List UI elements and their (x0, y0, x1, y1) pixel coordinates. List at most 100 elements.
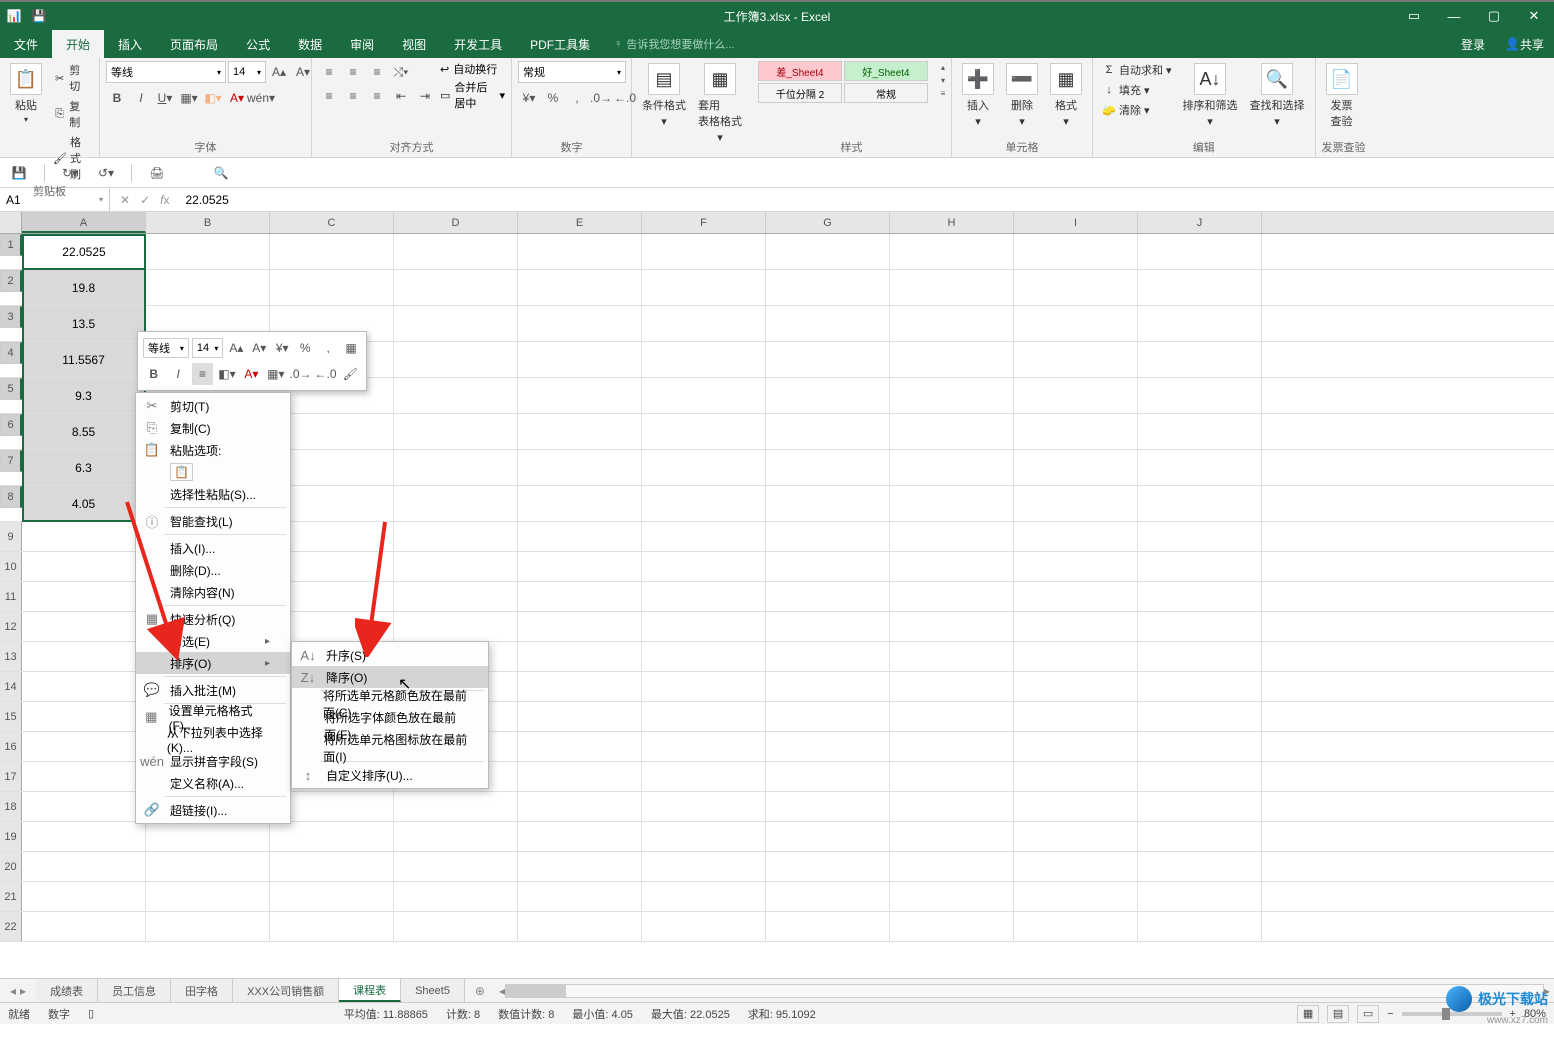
cell[interactable] (394, 306, 518, 341)
ctx-sort[interactable]: 排序(O)▸ (136, 652, 290, 674)
cell[interactable] (642, 552, 766, 581)
cell[interactable] (1138, 270, 1262, 305)
wrap-text-button[interactable]: ↩自动换行 (440, 61, 505, 77)
tab-review[interactable]: 审阅 (336, 30, 388, 58)
cell[interactable] (766, 342, 890, 377)
row-header[interactable]: 6 (0, 414, 22, 436)
cell[interactable] (518, 822, 642, 851)
cell[interactable] (642, 378, 766, 413)
cell[interactable] (766, 306, 890, 341)
cell[interactable] (766, 270, 890, 305)
ctx-filter[interactable]: 筛选(E)▸ (136, 630, 290, 652)
sort-custom[interactable]: ↕自定义排序(U)... (292, 764, 488, 786)
style-bad[interactable]: 差_Sheet4 (758, 61, 842, 81)
mini-border-button[interactable]: ▦▾ (265, 363, 286, 385)
cell[interactable] (146, 270, 270, 305)
cell[interactable]: 9.3 (22, 378, 146, 413)
cell[interactable] (1014, 486, 1138, 521)
bold-button[interactable]: B (106, 87, 128, 109)
cell[interactable]: 19.8 (22, 270, 146, 305)
cell[interactable] (146, 234, 270, 269)
pinyin-button[interactable]: wén▾ (250, 87, 272, 109)
cell[interactable] (518, 342, 642, 377)
cell[interactable] (1138, 702, 1262, 731)
tab-file[interactable]: 文件 (0, 30, 52, 58)
quick-save-icon[interactable]: 💾 (28, 9, 50, 23)
cell[interactable] (22, 672, 146, 701)
conditional-format-button[interactable]: ▤条件格式▾ (638, 61, 690, 130)
cell[interactable] (890, 234, 1014, 269)
column-header-a[interactable]: A (22, 212, 146, 233)
cell[interactable] (270, 852, 394, 881)
cell[interactable] (1138, 342, 1262, 377)
mini-shrink-icon[interactable]: A▾ (249, 337, 269, 359)
row-header[interactable]: 4 (0, 342, 22, 364)
row-header[interactable]: 11 (0, 582, 22, 611)
ribbon-options-icon[interactable]: ▭ (1394, 2, 1434, 30)
accounting-format-button[interactable]: ¥▾ (518, 87, 540, 109)
align-middle-button[interactable]: ≡ (342, 61, 364, 83)
ctx-delete[interactable]: 删除(D)... (136, 559, 290, 581)
cell[interactable] (1138, 306, 1262, 341)
sort-asc[interactable]: A↓升序(S) (292, 644, 488, 666)
gallery-more-icon[interactable]: ≡ (932, 87, 954, 100)
add-sheet-button[interactable]: ⊕ (465, 979, 495, 1002)
sort-desc[interactable]: Z↓降序(O) (292, 666, 488, 688)
cell[interactable] (642, 486, 766, 521)
cell[interactable] (22, 522, 146, 551)
cell[interactable] (1014, 732, 1138, 761)
sheet-prev-icon[interactable]: ◂ (10, 984, 16, 998)
cell[interactable] (146, 822, 270, 851)
cell[interactable] (766, 822, 890, 851)
zoom-out-button[interactable]: − (1387, 1008, 1393, 1020)
row-header[interactable]: 7 (0, 450, 22, 472)
cell[interactable] (1014, 762, 1138, 791)
font-size-select[interactable]: 14▾ (228, 61, 266, 83)
cell[interactable] (766, 552, 890, 581)
gallery-up-icon[interactable]: ▴ (932, 61, 954, 74)
cell[interactable] (146, 852, 270, 881)
cell[interactable] (1138, 378, 1262, 413)
ctx-cut[interactable]: ✂剪切(T) (136, 395, 290, 417)
cell[interactable] (22, 822, 146, 851)
cell[interactable] (394, 522, 518, 551)
invoice-verify-button[interactable]: 📄发票 查验 (1322, 61, 1362, 131)
row-header[interactable]: 12 (0, 612, 22, 641)
cell[interactable] (890, 306, 1014, 341)
increase-indent-button[interactable]: ⇥ (414, 85, 436, 107)
cell[interactable] (642, 234, 766, 269)
row-header[interactable]: 10 (0, 552, 22, 581)
cell[interactable] (394, 270, 518, 305)
cell[interactable] (22, 642, 146, 671)
qat-redo-icon[interactable]: ↻▾ (59, 162, 81, 184)
cell[interactable] (1014, 582, 1138, 611)
cell[interactable] (270, 822, 394, 851)
cell[interactable] (394, 852, 518, 881)
maximize-button[interactable]: ▢ (1474, 2, 1514, 30)
format-cells-button[interactable]: ▦格式▾ (1046, 61, 1086, 130)
row-header[interactable]: 14 (0, 672, 22, 701)
cut-button[interactable]: ✂剪切 (50, 61, 93, 95)
cell[interactable] (642, 342, 766, 377)
cell-styles-gallery[interactable]: 差_Sheet4 好_Sheet4 千位分隔 2 常规 (758, 61, 928, 103)
cell[interactable] (890, 522, 1014, 551)
cell[interactable] (22, 582, 146, 611)
cell[interactable] (1138, 486, 1262, 521)
border-button[interactable]: ▦▾ (178, 87, 200, 109)
row-header[interactable]: 18 (0, 792, 22, 821)
cell[interactable] (518, 702, 642, 731)
cell[interactable] (1014, 822, 1138, 851)
tab-developer[interactable]: 开发工具 (440, 30, 516, 58)
cell[interactable]: 4.05 (22, 486, 146, 521)
italic-button[interactable]: I (130, 87, 152, 109)
mini-center-button[interactable]: ≡ (192, 363, 213, 385)
cell[interactable] (890, 552, 1014, 581)
cell[interactable] (270, 270, 394, 305)
cell[interactable] (642, 672, 766, 701)
cell[interactable] (1014, 234, 1138, 269)
view-page-icon[interactable]: ▤ (1327, 1005, 1349, 1023)
cell[interactable] (642, 414, 766, 449)
align-top-button[interactable]: ≡ (318, 61, 340, 83)
row-header[interactable]: 19 (0, 822, 22, 851)
ctx-paste-special[interactable]: 选择性粘贴(S)... (136, 483, 290, 505)
